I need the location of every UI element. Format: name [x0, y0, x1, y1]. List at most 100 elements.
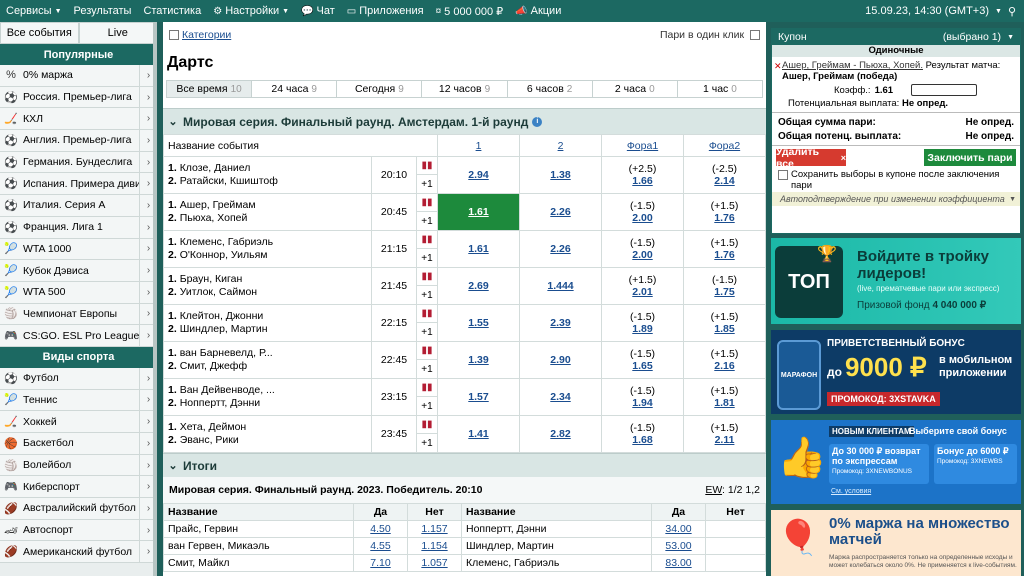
outright-no-odd[interactable] — [705, 554, 766, 572]
handicap-1-cell[interactable]: (-1.5) 2.00 — [601, 193, 684, 231]
sidebar-item[interactable]: ⚽ Франция. Лига 1 › — [0, 216, 157, 239]
handicap-1-cell[interactable]: (-1.5) 1.65 — [601, 341, 684, 379]
time-filter-option[interactable]: Сегодня 9 — [337, 81, 423, 97]
nav-item[interactable]: 💬 Чат — [295, 5, 341, 17]
outright-no-odd[interactable] — [705, 537, 766, 555]
col-odd-2[interactable]: 2 — [519, 134, 602, 157]
sidebar-item[interactable]: 🏀 Баскетбол › — [0, 433, 157, 455]
odd-2-cell[interactable]: 2.82 — [519, 415, 602, 453]
sidebar-item[interactable]: ⚽ Футбол › — [0, 367, 157, 390]
sidebar-item[interactable]: 🏎 Автоспорт › — [0, 519, 157, 542]
handicap-1-cell[interactable]: (-1.5) 1.94 — [601, 378, 684, 416]
nav-item[interactable]: Результаты — [68, 5, 138, 17]
auto-confirm-setting[interactable]: Автоподтверждение при изменении коэффици… — [772, 192, 1020, 206]
odd-2-cell[interactable]: 2.34 — [519, 378, 602, 416]
odd-2-cell[interactable]: 2.26 — [519, 230, 602, 268]
sidebar-item[interactable]: 🎾 WTA 1000 › — [0, 238, 157, 261]
remove-bet-icon[interactable]: ✕ — [774, 61, 782, 72]
odd-1-cell[interactable]: 1.39 — [437, 341, 520, 379]
outright-yes-odd[interactable]: 7.10 — [353, 554, 408, 572]
more-markets-link[interactable]: +1 — [417, 286, 437, 304]
event-teams[interactable]: 1. Ван Дейвенводе, ... 2. Ноппертт, Дэнни — [163, 378, 372, 416]
sidebar-item[interactable]: ⚽Испания. Примера дивиз...› — [0, 173, 157, 196]
outright-no-odd[interactable]: 1.157 — [407, 520, 462, 538]
chevron-down-icon[interactable]: ⌄ — [163, 115, 183, 128]
more-markets-link[interactable]: +1 — [417, 249, 437, 267]
event-teams[interactable]: 1. ван Барневелд, Р... 2. Смит, Джефф — [163, 341, 372, 379]
stats-icon[interactable]: ▮▮ — [417, 268, 437, 286]
stats-icon[interactable]: ▮▮ — [417, 416, 437, 434]
outright-yes-odd[interactable]: 34.00 — [651, 520, 706, 538]
stats-icon[interactable]: ▮▮ — [417, 342, 437, 360]
sidebar-item[interactable]: 🎮 Киберспорт › — [0, 476, 157, 499]
chevron-down-icon[interactable]: ⌄ — [163, 459, 183, 472]
stats-icon[interactable]: ▮▮ — [417, 157, 437, 175]
tab-live[interactable]: Live — [78, 22, 157, 44]
welcome-bonus-banner[interactable]: МАРАФОН ПРИВЕТСТВЕННЫЙ БОНУС до 9000 ₽ в … — [771, 330, 1021, 414]
handicap-1-cell[interactable]: (-1.5) 1.89 — [601, 304, 684, 342]
col-odd-1[interactable]: 1 — [437, 134, 520, 157]
handicap-1-cell[interactable]: (+2.5) 1.66 — [601, 156, 684, 194]
user-icon[interactable]: ⚲ — [1008, 5, 1016, 18]
stats-icon[interactable]: ▮▮ — [417, 231, 437, 249]
categories-checkbox[interactable] — [169, 30, 179, 41]
handicap-2-cell[interactable]: (-1.5) 1.75 — [683, 267, 766, 305]
nav-item[interactable]: Сервисы ▼ — [0, 5, 68, 17]
leaders-banner[interactable]: ТОП 🏆 Войдите в тройку лидеров! (live, п… — [771, 238, 1021, 324]
event-teams[interactable]: 1. Клейтон, Джонни 2. Шиндлер, Мартин — [163, 304, 372, 342]
one-click-bet-toggle[interactable]: Пари в один клик — [660, 29, 760, 41]
sidebar-item[interactable]: 🎾 Кубок Дэвиса › — [0, 260, 157, 282]
more-markets-link[interactable]: +1 — [417, 175, 437, 193]
outright-no-odd[interactable]: 1.057 — [407, 554, 462, 572]
results-section-header[interactable]: ⌄ Итоги — [163, 453, 766, 477]
nav-item[interactable]: 📣 Акции — [509, 5, 567, 17]
odd-1-cell[interactable]: 2.69 — [437, 267, 520, 305]
sidebar-item[interactable]: 🏈 Австралийский футбол › — [0, 498, 157, 520]
time-filter-option[interactable]: Все время 10 — [167, 81, 253, 97]
sidebar-item[interactable]: 🏐 Волейбол › — [0, 454, 157, 477]
time-filter-option[interactable]: 6 часов 2 — [508, 81, 593, 97]
event-teams[interactable]: 1. Клозе, Даниел 2. Ратайски, Кшиштоф — [163, 156, 372, 194]
handicap-1-cell[interactable]: (+1.5) 2.01 — [601, 267, 684, 305]
nav-item[interactable]: Статистика — [137, 5, 207, 17]
odd-2-cell[interactable]: 2.90 — [519, 341, 602, 379]
time-filter-option[interactable]: 2 часа 0 — [593, 81, 678, 97]
odd-1-cell[interactable]: 1.41 — [437, 415, 520, 453]
sidebar-item[interactable]: ⚽ Англия. Премьер-лига › — [0, 130, 157, 152]
handicap-2-cell[interactable]: (+1.5) 1.85 — [683, 304, 766, 342]
outright-yes-odd[interactable]: 4.55 — [353, 537, 408, 555]
sidebar-item[interactable]: 🏐 Чемпионат Европы › — [0, 303, 157, 326]
handicap-2-cell[interactable]: (-2.5) 2.14 — [683, 156, 766, 194]
odd-1-cell[interactable]: 1.61 — [437, 193, 520, 231]
stats-icon[interactable]: ▮▮ — [417, 194, 437, 212]
stats-icon[interactable]: ▮▮ — [417, 305, 437, 323]
odd-2-cell[interactable]: 2.39 — [519, 304, 602, 342]
outright-yes-odd[interactable]: 4.50 — [353, 520, 408, 538]
place-bet-button[interactable]: Заключить пари — [924, 149, 1016, 166]
nav-item[interactable]: ▭ Приложения — [341, 5, 430, 17]
sidebar-item[interactable]: 🎾 WTA 500 › — [0, 281, 157, 304]
chevron-down-icon[interactable]: ▼ — [995, 8, 1002, 15]
odd-2-cell[interactable]: 1.444 — [519, 267, 602, 305]
time-filter-option[interactable]: 24 часа 9 — [252, 81, 338, 97]
odd-1-cell[interactable]: 1.61 — [437, 230, 520, 268]
handicap-2-cell[interactable]: (+1.5) 1.76 — [683, 230, 766, 268]
col-fora-1[interactable]: Фора1 — [601, 134, 684, 157]
categories-toggle[interactable]: Категории — [169, 29, 231, 41]
outright-no-odd[interactable]: 1.154 — [407, 537, 462, 555]
delete-all-button[interactable]: Удалить все × — [776, 146, 846, 170]
info-icon[interactable]: i — [532, 116, 543, 127]
sidebar-item[interactable]: 🏈 Американский футбол › — [0, 541, 157, 564]
odd-1-cell[interactable]: 1.57 — [437, 378, 520, 416]
stake-input[interactable] — [911, 84, 978, 96]
sidebar-item[interactable]: 🎮 CS:GO. ESL Pro League › — [0, 325, 157, 347]
event-section-header[interactable]: ⌄ Мировая серия. Финальный раунд. Амстер… — [163, 108, 766, 134]
chevron-down-icon[interactable]: ▼ — [1007, 34, 1014, 41]
more-markets-link[interactable]: +1 — [417, 212, 437, 230]
col-fora-2[interactable]: Фора2 — [683, 134, 766, 157]
handicap-1-cell[interactable]: (-1.5) 2.00 — [601, 230, 684, 268]
save-choices-checkbox[interactable] — [778, 170, 788, 180]
more-markets-link[interactable]: +1 — [417, 360, 437, 378]
odd-1-cell[interactable]: 2.94 — [437, 156, 520, 194]
sidebar-item[interactable]: ⚽ Италия. Серия А › — [0, 195, 157, 217]
